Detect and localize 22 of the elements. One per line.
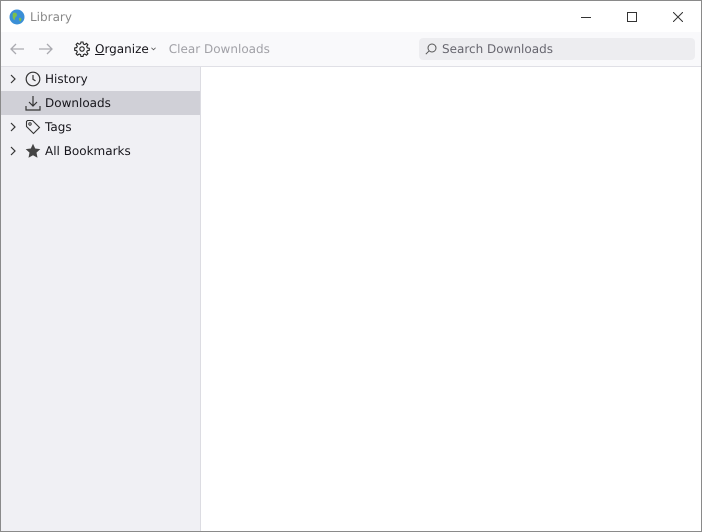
- search-field[interactable]: Search Downloads: [419, 38, 695, 60]
- settings-icon: [74, 41, 90, 57]
- sidebar-item[interactable]: All Bookmarks: [1, 139, 200, 163]
- globe-icon: [9, 8, 25, 24]
- caret-icon: [150, 47, 156, 51]
- sidebar-item[interactable]: History: [1, 67, 200, 91]
- arrow-left-icon: [9, 41, 25, 57]
- arrow-right-icon: [38, 41, 54, 57]
- close-icon: [673, 12, 683, 22]
- window-title: Library: [30, 10, 72, 24]
- chevron-icon[interactable]: [10, 122, 16, 132]
- chevron-icon[interactable]: [10, 146, 16, 156]
- clock-icon: [25, 71, 41, 87]
- sidebar-item[interactable]: Tags: [1, 115, 200, 139]
- chevron-icon[interactable]: [10, 74, 16, 84]
- download-icon: [25, 95, 41, 111]
- search-icon: [425, 43, 437, 55]
- maximize-icon: [627, 12, 637, 22]
- sidebar-item[interactable]: Downloads: [1, 91, 200, 115]
- tag-icon: [25, 119, 41, 135]
- organize-button[interactable]: Organize: [71, 39, 159, 59]
- star-icon: [25, 143, 41, 159]
